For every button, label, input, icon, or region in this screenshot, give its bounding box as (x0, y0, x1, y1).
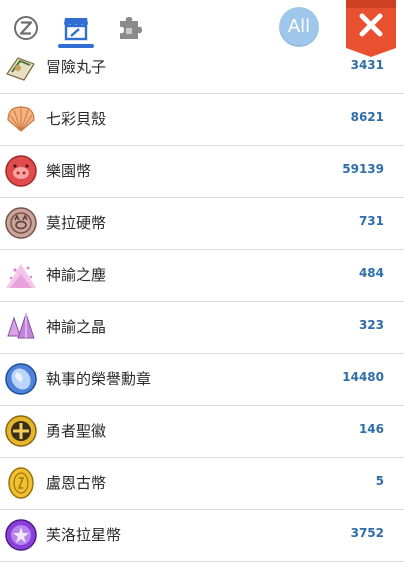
all-button[interactable]: All (279, 7, 319, 47)
butler-medal-icon (5, 363, 37, 395)
oracle-crystal-icon (7, 312, 35, 339)
item-count: 59139 (342, 162, 384, 176)
item-name: 冒險丸子 (46, 58, 107, 76)
list-item[interactable]: 七彩貝殼 8621 (0, 94, 404, 146)
hero-emblem-icon (5, 415, 37, 447)
rune-coin-icon (8, 467, 34, 499)
item-count: 484 (358, 266, 384, 280)
item-name: 勇者聖徽 (46, 422, 107, 440)
list-item[interactable]: 芙洛拉星幣 3752 (0, 510, 404, 562)
item-name: 芙洛拉星幣 (46, 526, 122, 544)
tab-shop[interactable] (60, 12, 92, 44)
item-name: 盧恩古幣 (46, 474, 107, 492)
shop-icon (64, 18, 88, 41)
list-item[interactable]: 神諭之晶 323 (0, 302, 404, 354)
tab-puzzle[interactable] (113, 12, 145, 44)
item-count: 3431 (350, 58, 384, 72)
item-count: 14480 (342, 370, 384, 384)
list-item[interactable]: 冒險丸子 3431 (0, 42, 404, 94)
oracle-dust-icon (6, 264, 36, 288)
pig-coin-icon (5, 155, 37, 187)
z-coin-icon (14, 16, 38, 40)
list-item[interactable]: 執事的榮譽勳章 14480 (0, 354, 404, 406)
dango-icon (6, 57, 35, 81)
item-count: 731 (358, 214, 384, 228)
item-count: 5 (375, 474, 384, 488)
item-name: 七彩貝殼 (46, 110, 107, 128)
list-item[interactable]: 勇者聖徽 146 (0, 406, 404, 458)
item-list: 冒險丸子 3431 七彩貝殼 8621 樂園幣 59139 莫拉硬幣 731 神… (0, 42, 404, 562)
item-name: 樂園幣 (46, 162, 92, 180)
list-item[interactable]: 莫拉硬幣 731 (0, 198, 404, 250)
puzzle-icon (120, 17, 142, 39)
item-count: 323 (358, 318, 384, 332)
shell-icon (7, 106, 35, 132)
item-count: 8621 (350, 110, 384, 124)
tab-z-coin[interactable] (10, 12, 42, 44)
item-name: 執事的榮譽勳章 (46, 370, 152, 388)
item-count: 146 (358, 422, 384, 436)
flora-star-coin-icon (5, 519, 37, 551)
item-name: 莫拉硬幣 (46, 214, 107, 232)
mora-coin-icon (5, 207, 37, 239)
item-name: 神諭之晶 (46, 318, 107, 336)
item-count: 3752 (350, 526, 384, 540)
item-name: 神諭之塵 (46, 266, 107, 284)
list-item[interactable]: 神諭之塵 484 (0, 250, 404, 302)
list-item[interactable]: 樂園幣 59139 (0, 146, 404, 198)
list-item[interactable]: 盧恩古幣 5 (0, 458, 404, 510)
